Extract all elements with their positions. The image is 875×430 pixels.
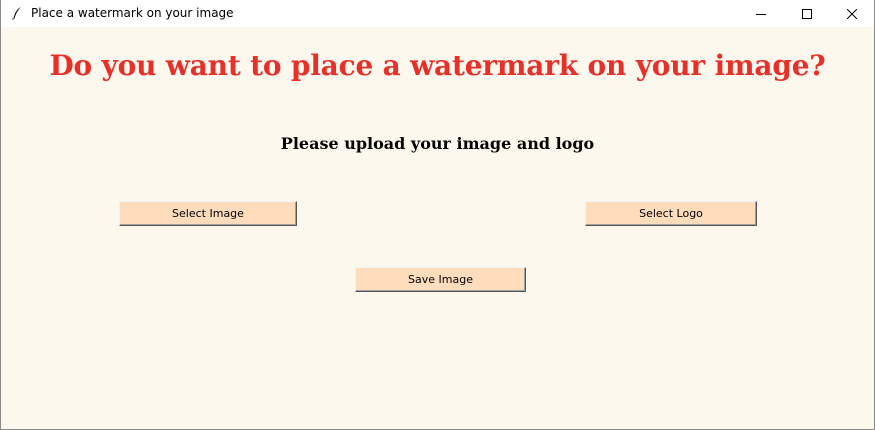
select-image-button[interactable]: Select Image xyxy=(119,201,297,226)
minimize-icon xyxy=(756,9,766,19)
maximize-icon xyxy=(802,8,812,19)
window-title: Place a watermark on your image xyxy=(31,6,234,20)
feather-icon xyxy=(10,6,24,20)
minimize-button[interactable] xyxy=(738,0,784,27)
page-headline: Do you want to place a watermark on your… xyxy=(49,49,826,82)
close-icon xyxy=(847,8,857,19)
page-subtitle: Please upload your image and logo xyxy=(280,134,595,153)
close-button[interactable] xyxy=(829,0,875,27)
main-content: Do you want to place a watermark on your… xyxy=(1,27,874,429)
save-image-button[interactable]: Save Image xyxy=(355,267,526,292)
select-logo-button[interactable]: Select Logo xyxy=(585,201,757,226)
maximize-button[interactable] xyxy=(784,0,830,27)
app-window: Place a watermark on your image Do you w… xyxy=(0,0,875,430)
title-bar[interactable]: Place a watermark on your image xyxy=(1,0,874,27)
